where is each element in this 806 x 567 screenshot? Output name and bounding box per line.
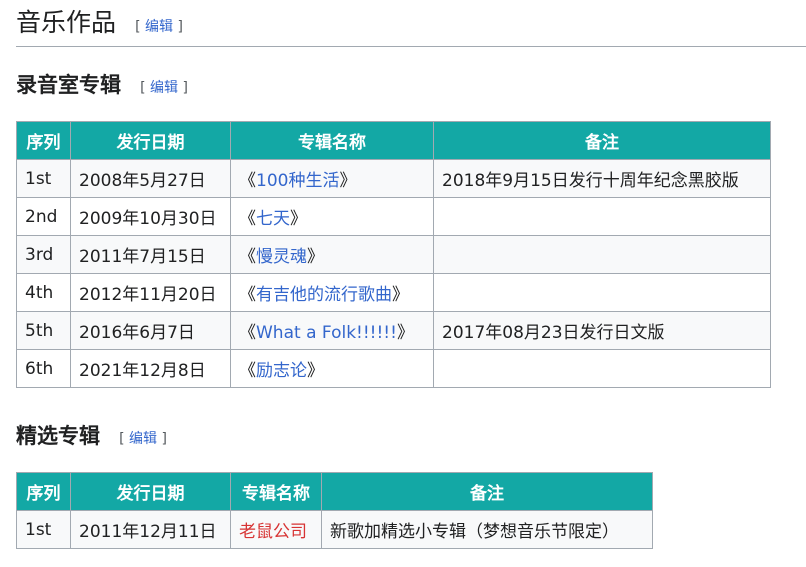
quote-open: 《	[239, 361, 256, 381]
album-link[interactable]: 慢灵魂	[256, 247, 307, 267]
table-row: 3rd 2011年7月15日 《慢灵魂》	[16, 235, 771, 274]
cell-date: 2011年7月15日	[70, 235, 231, 274]
album-link[interactable]: 100种生活	[256, 171, 339, 191]
cell-seq: 5th	[16, 311, 71, 350]
bracket-open: [	[140, 80, 146, 96]
quote-close: 》	[290, 209, 307, 229]
table-row: 5th 2016年6月7日 《What a Folk!!!!!!》 2017年0…	[16, 311, 771, 350]
column-header-note: 备注	[433, 121, 771, 160]
cell-album: 老鼠公司	[230, 510, 322, 549]
cell-seq: 1st	[16, 510, 71, 549]
subheading-compilation-albums: 精选专辑 [ 编辑 ]	[16, 421, 167, 451]
quote-open: 《	[239, 285, 256, 305]
column-header-date: 发行日期	[70, 121, 231, 160]
cell-note: 2017年08月23日发行日文版	[433, 311, 771, 350]
table-header-row: 序列 发行日期 专辑名称 备注	[16, 121, 771, 160]
section-title: 音乐作品	[16, 8, 117, 37]
quote-close: 》	[307, 247, 324, 267]
bracket-close: ]	[161, 431, 167, 447]
cell-album: 《有吉他的流行歌曲》	[230, 273, 434, 312]
quote-close: 》	[396, 323, 414, 343]
cell-date: 2008年5月27日	[70, 159, 231, 198]
section-heading-music-works: 音乐作品 [ 编辑 ]	[16, 6, 806, 47]
section-edit-section: [ 编辑 ]	[135, 19, 183, 35]
studio-albums-table: 序列 发行日期 专辑名称 备注 1st 2008年5月27日 《100种生活》 …	[16, 121, 771, 388]
cell-album: 《100种生活》	[230, 159, 434, 198]
edit-link-compilation-albums[interactable]: 编辑	[129, 431, 157, 447]
cell-date: 2021年12月8日	[70, 349, 231, 388]
cell-note: 2018年9月15日发行十周年纪念黑胶版	[433, 159, 771, 198]
cell-note	[433, 273, 771, 312]
table-row: 1st 2008年5月27日 《100种生活》 2018年9月15日发行十周年纪…	[16, 159, 771, 198]
bracket-close: ]	[182, 80, 188, 96]
cell-seq: 4th	[16, 273, 71, 312]
album-link[interactable]: 七天	[256, 209, 290, 229]
table-row: 4th 2012年11月20日 《有吉他的流行歌曲》	[16, 273, 771, 312]
edit-link-music-works[interactable]: 编辑	[145, 19, 173, 35]
column-header-album: 专辑名称	[230, 472, 322, 511]
compilation-albums-table: 序列 发行日期 专辑名称 备注 1st 2011年12月11日 老鼠公司 新歌加…	[16, 472, 653, 549]
cell-date: 2009年10月30日	[70, 197, 231, 236]
table-header-row: 序列 发行日期 专辑名称 备注	[16, 472, 653, 511]
studio-edit-section: [ 编辑 ]	[140, 80, 188, 96]
quote-close: 》	[307, 361, 324, 381]
album-redlink[interactable]: 老鼠公司	[239, 522, 307, 542]
quote-open: 《	[239, 247, 256, 267]
column-header-seq: 序列	[16, 472, 71, 511]
cell-album: 《励志论》	[230, 349, 434, 388]
cell-date: 2011年12月11日	[70, 510, 231, 549]
cell-album: 《慢灵魂》	[230, 235, 434, 274]
cell-album: 《七天》	[230, 197, 434, 236]
column-header-date: 发行日期	[70, 472, 231, 511]
table-row: 1st 2011年12月11日 老鼠公司 新歌加精选小专辑（梦想音乐节限定）	[16, 510, 653, 549]
cell-note: 新歌加精选小专辑（梦想音乐节限定）	[321, 510, 653, 549]
cell-note	[433, 197, 771, 236]
quote-close: 》	[392, 285, 409, 305]
column-header-seq: 序列	[16, 121, 71, 160]
quote-close: 》	[339, 171, 357, 191]
cell-seq: 1st	[16, 159, 71, 198]
cell-note	[433, 235, 771, 274]
album-link[interactable]: 有吉他的流行歌曲	[256, 285, 392, 305]
column-header-note: 备注	[321, 472, 653, 511]
column-header-album: 专辑名称	[230, 121, 434, 160]
cell-album: 《What a Folk!!!!!!》	[230, 311, 434, 350]
compilation-title: 精选专辑	[16, 424, 100, 448]
quote-open: 《	[239, 209, 256, 229]
cell-date: 2016年6月7日	[70, 311, 231, 350]
compilation-edit-section: [ 编辑 ]	[119, 431, 167, 447]
cell-date: 2012年11月20日	[70, 273, 231, 312]
subheading-studio-albums: 录音室专辑 [ 编辑 ]	[16, 70, 188, 100]
bracket-open: [	[135, 19, 141, 35]
quote-open: 《	[239, 171, 256, 191]
studio-title: 录音室专辑	[16, 73, 121, 97]
album-link[interactable]: 励志论	[256, 361, 307, 381]
table-row: 6th 2021年12月8日 《励志论》	[16, 349, 771, 388]
edit-link-studio-albums[interactable]: 编辑	[150, 80, 178, 96]
quote-open: 《	[239, 323, 256, 343]
album-link[interactable]: What a Folk!!!!!!	[256, 323, 397, 343]
bracket-open: [	[119, 431, 125, 447]
cell-seq: 2nd	[16, 197, 71, 236]
cell-seq: 3rd	[16, 235, 71, 274]
table-row: 2nd 2009年10月30日 《七天》	[16, 197, 771, 236]
cell-seq: 6th	[16, 349, 71, 388]
bracket-close: ]	[177, 19, 183, 35]
cell-note	[433, 349, 771, 388]
